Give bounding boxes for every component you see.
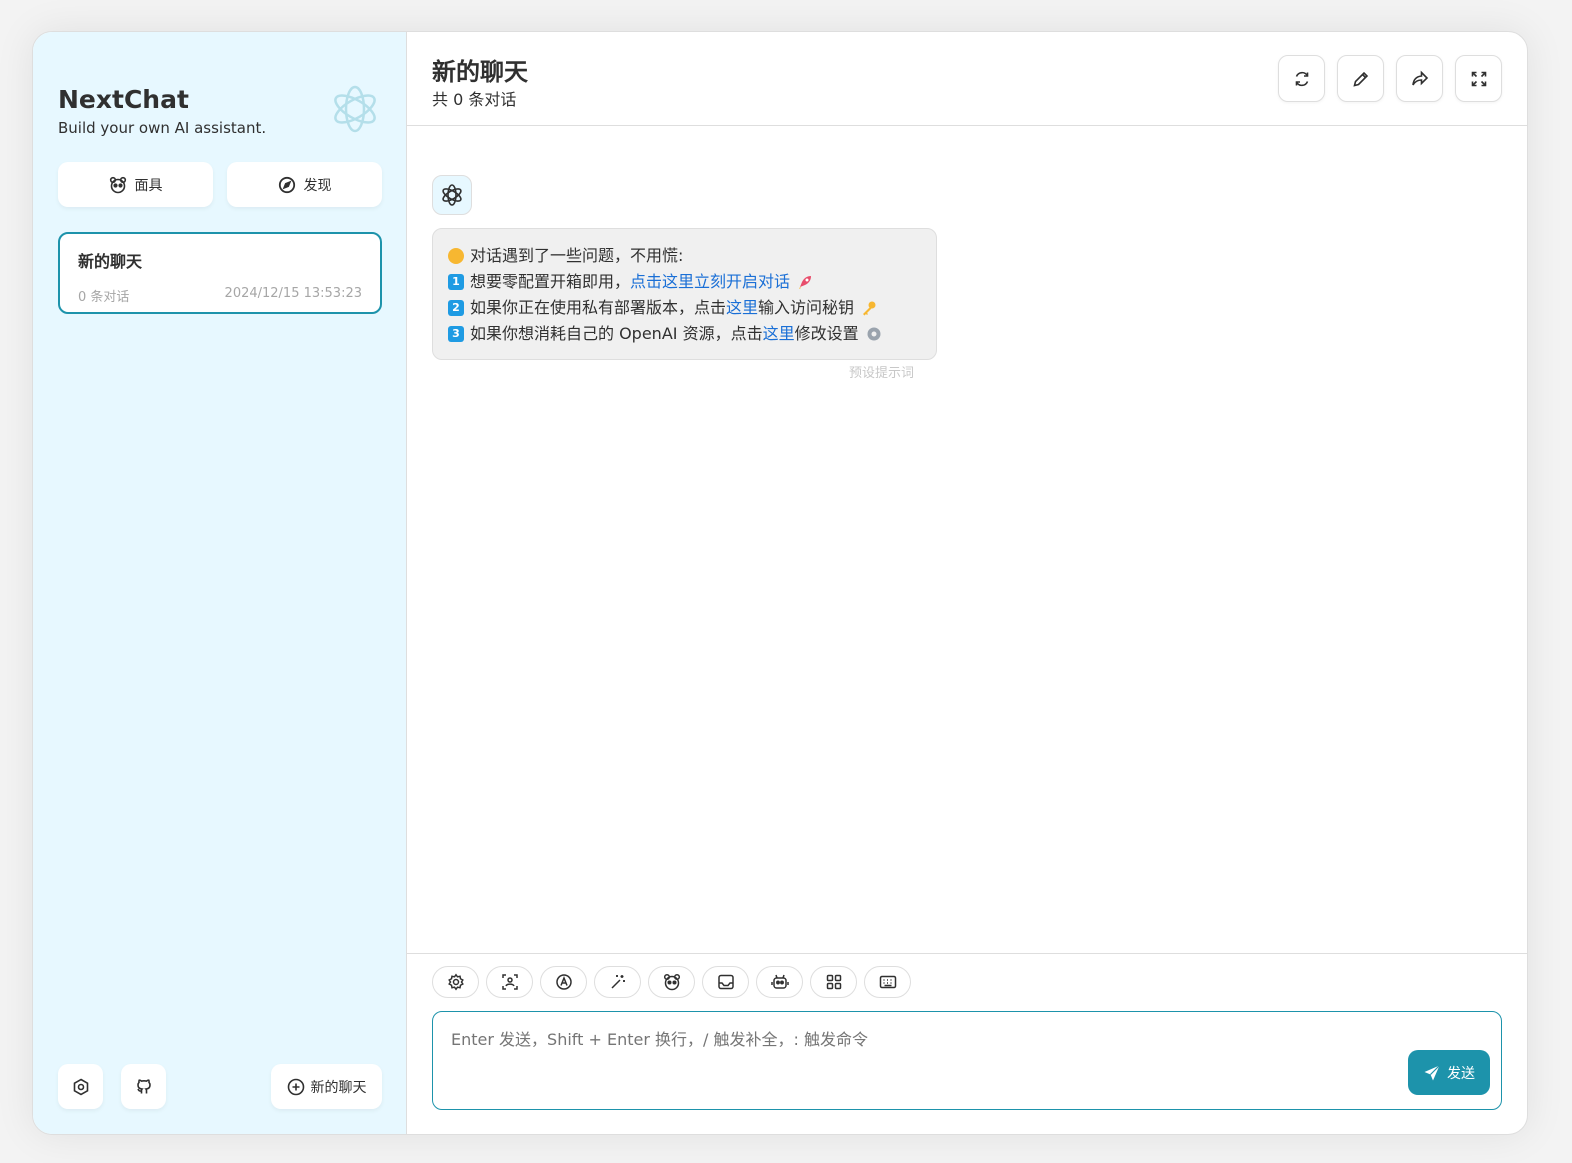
- message-line-1: 对话遇到了一些问题，不用慌:: [470, 246, 684, 265]
- app-window: NextChat Build your own AI assistant. 面具: [32, 31, 1528, 1135]
- start-chat-link[interactable]: 点击这里立刻开启对话: [630, 272, 790, 291]
- theme-tool[interactable]: [540, 966, 587, 998]
- auto-theme-icon: [555, 973, 573, 991]
- edit-button[interactable]: [1337, 55, 1384, 102]
- mask-icon: [109, 176, 127, 194]
- plugin-tool[interactable]: [810, 966, 857, 998]
- shortcut-tool[interactable]: [864, 966, 911, 998]
- new-chat-label: 新的聊天: [310, 1079, 367, 1096]
- settings-icon: [447, 973, 465, 991]
- upload-image-tool[interactable]: [486, 966, 533, 998]
- chat-header: 新的聊天 共 0 条对话: [407, 32, 1527, 126]
- chat-input[interactable]: [432, 1011, 1502, 1110]
- model-tool[interactable]: [756, 966, 803, 998]
- break-icon: [717, 973, 735, 991]
- new-chat-button[interactable]: 新的聊天: [271, 1064, 382, 1109]
- gear-icon: [865, 325, 883, 343]
- share-icon: [1410, 69, 1430, 89]
- add-icon: [287, 1078, 305, 1096]
- keyboard-icon: [879, 973, 897, 991]
- send-button[interactable]: 发送: [1408, 1050, 1490, 1095]
- refresh-button[interactable]: [1278, 55, 1325, 102]
- share-button[interactable]: [1396, 55, 1443, 102]
- chat-list-item[interactable]: 新的聊天 0 条对话 2024/12/15 13:53:23: [58, 232, 382, 314]
- number-1-icon: 1: [448, 274, 464, 290]
- discover-label: 发现: [303, 177, 332, 194]
- preset-prompt-note: 预设提示词: [849, 366, 915, 381]
- mask-button[interactable]: 面具: [58, 162, 213, 207]
- mask-label: 面具: [134, 177, 163, 194]
- clear-context-tool[interactable]: [702, 966, 749, 998]
- message-line-3: 如果你正在使用私有部署版本，点击: [470, 298, 727, 317]
- grid-icon: [825, 973, 843, 991]
- refresh-icon: [1292, 69, 1312, 89]
- message-line-4: 如果你想消耗自己的 OpenAI 资源，点击: [470, 324, 763, 343]
- chat-item-count: 0 条对话: [78, 290, 130, 305]
- magic-wand-icon: [609, 973, 627, 991]
- settings-link[interactable]: 这里: [763, 324, 795, 343]
- prompt-tool[interactable]: [594, 966, 641, 998]
- send-icon: [1423, 1064, 1441, 1082]
- bot-message: 对话遇到了一些问题，不用慌: 1 想要零配置开箱即用，点击这里立刻开启对话 2: [432, 228, 937, 360]
- mask-tool[interactable]: [648, 966, 695, 998]
- number-2-icon: 2: [448, 300, 464, 316]
- chat-settings-tool[interactable]: [432, 966, 479, 998]
- app-subtitle: Build your own AI assistant.: [58, 119, 267, 137]
- settings-icon: [72, 1078, 90, 1096]
- github-button[interactable]: [121, 1064, 166, 1109]
- chat-title[interactable]: 新的聊天: [432, 52, 528, 87]
- key-icon: [860, 299, 878, 317]
- pencil-icon: [1351, 69, 1371, 89]
- rocket-icon: [796, 273, 814, 291]
- expand-icon: [1469, 69, 1489, 89]
- openai-avatar-icon: [439, 182, 465, 208]
- access-code-link[interactable]: 这里: [726, 298, 758, 317]
- fullscreen-button[interactable]: [1455, 55, 1502, 102]
- chat-item-time: 2024/12/15 13:53:23: [224, 286, 362, 301]
- chat-toolbar: [432, 966, 911, 998]
- github-icon: [135, 1078, 153, 1096]
- robot-icon: [770, 973, 789, 991]
- bot-avatar: [432, 175, 472, 215]
- chat-subtitle: 共 0 条对话: [432, 90, 517, 109]
- input-panel: 发送: [407, 953, 1527, 1134]
- chat-item-title: 新的聊天: [78, 252, 143, 271]
- chat-main: 新的聊天 共 0 条对话 对话遇到了一些问题，不用慌: 1 想要零配置开箱即用，…: [407, 32, 1527, 1134]
- app-title: NextChat: [58, 85, 189, 114]
- sidebar: NextChat Build your own AI assistant. 面具: [33, 32, 407, 1134]
- settings-button[interactable]: [58, 1064, 103, 1109]
- number-3-icon: 3: [448, 326, 464, 342]
- openai-logo-icon: [325, 79, 385, 139]
- compass-icon: [278, 176, 296, 194]
- send-label: 发送: [1447, 1065, 1475, 1082]
- mask-icon: [663, 973, 681, 991]
- image-scan-icon: [501, 973, 519, 991]
- message-line-2: 想要零配置开箱即用，: [470, 272, 631, 291]
- discover-button[interactable]: 发现: [227, 162, 382, 207]
- grinning-face-icon: [448, 248, 464, 264]
